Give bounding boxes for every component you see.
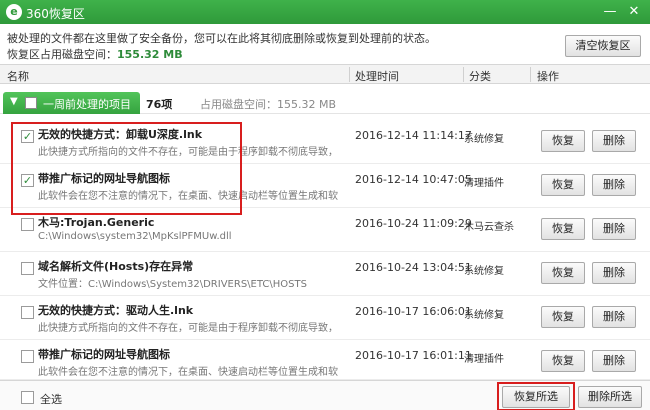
group-checkbox[interactable] [25, 97, 37, 109]
column-name[interactable]: 名称 [7, 68, 29, 84]
disk-usage-value: 155.32 MB [117, 48, 183, 61]
delete-selected-button[interactable]: 删除所选 [578, 386, 642, 408]
row-title: 带推广标记的网址导航图标 [38, 348, 170, 361]
restore-button[interactable]: 恢复 [541, 262, 585, 284]
restore-button[interactable]: 恢复 [541, 218, 585, 240]
disk-usage: 恢复区占用磁盘空间：155.32 MB [7, 46, 183, 62]
column-action: 操作 [537, 70, 559, 83]
row-checkbox[interactable] [21, 350, 34, 363]
group-header[interactable]: ▼ 一周前处理的项目 76项 占用磁盘空间：155.32 MB [0, 92, 650, 114]
row-time: 2016-10-24 13:04:51 [355, 261, 472, 274]
row-category: 清理插件 [464, 354, 504, 365]
row-checkbox[interactable] [21, 218, 34, 231]
row-title: 木马:Trojan.Generic [38, 216, 155, 229]
row-checkbox[interactable] [21, 262, 34, 275]
disk-usage-label: 恢复区占用磁盘空间： [7, 48, 117, 61]
row-category: 木马云查杀 [464, 222, 514, 233]
app-logo-icon: e [6, 4, 22, 20]
delete-button[interactable]: 删除 [592, 350, 636, 372]
row-title: 无效的快捷方式：驱动人生.lnk [38, 304, 194, 317]
delete-button[interactable]: 删除 [592, 130, 636, 152]
row-time: 2016-10-17 16:01:11 [355, 349, 472, 362]
group-usage: 占用磁盘空间：155.32 MB [200, 98, 337, 111]
group-tab[interactable]: ▼ 一周前处理的项目 [3, 92, 140, 114]
list-item[interactable]: 无效的快捷方式：驱动人生.lnk 此快捷方式所指向的文件不存在，可能是由于程序卸… [0, 296, 650, 340]
delete-button[interactable]: 删除 [592, 306, 636, 328]
column-header: 名称 处理时间 分类 操作 [0, 64, 650, 84]
restore-button[interactable]: 恢复 [541, 350, 585, 372]
restore-selected-button[interactable]: 恢复所选 [502, 386, 570, 408]
select-all-checkbox[interactable] [21, 391, 34, 404]
row-time: 2016-12-14 11:14:17 [355, 129, 472, 142]
column-time[interactable]: 处理时间 [355, 68, 399, 84]
footer-bar: 全选 恢复所选 删除所选 [0, 380, 650, 410]
select-all-label[interactable]: 全选 [40, 391, 62, 407]
row-category: 系统修复 [464, 266, 504, 277]
list-item[interactable]: 域名解析文件(Hosts)存在异常 文件位置：C:\Windows\System… [0, 252, 650, 296]
delete-button[interactable]: 删除 [592, 218, 636, 240]
minimize-button[interactable]: — [600, 3, 620, 21]
highlight-annotation [11, 122, 242, 215]
clear-recovery-button[interactable]: 清空恢复区 [565, 35, 641, 57]
row-time: 2016-10-24 11:09:29 [355, 217, 472, 230]
column-divider [463, 67, 464, 82]
row-description: C:\Windows\system32\MpKslPFMUw.dll [38, 231, 232, 242]
row-checkbox[interactable] [21, 306, 34, 319]
row-description: 此软件会在您不注意的情况下，在桌面、快速启动栏等位置生成和软… [38, 367, 338, 378]
group-label: 一周前处理的项目 [43, 98, 131, 111]
delete-button[interactable]: 删除 [592, 262, 636, 284]
row-time: 2016-10-17 16:06:01 [355, 305, 472, 318]
restore-button[interactable]: 恢复 [541, 306, 585, 328]
info-text: 被处理的文件都在这里做了安全备份，您可以在此将其彻底删除或恢复到处理前的状态。 [7, 32, 436, 45]
restore-button[interactable]: 恢复 [541, 130, 585, 152]
collapse-arrow-icon[interactable]: ▼ [10, 96, 18, 107]
row-description: 此快捷方式所指向的文件不存在，可能是由于程序卸载不彻底导致，或… [38, 323, 338, 334]
row-category: 清理插件 [464, 178, 504, 189]
row-category: 系统修复 [464, 310, 504, 321]
column-divider [349, 67, 350, 82]
row-category: 系统修复 [464, 134, 504, 145]
row-title: 域名解析文件(Hosts)存在异常 [38, 260, 194, 273]
column-divider [530, 67, 531, 82]
column-category[interactable]: 分类 [469, 68, 491, 84]
title-bar: e 360恢复区 — ✕ [0, 0, 650, 24]
group-count: 76项 [146, 98, 173, 111]
delete-button[interactable]: 删除 [592, 174, 636, 196]
window-title: 360恢复区 [26, 7, 85, 21]
row-time: 2016-12-14 10:47:05 [355, 173, 472, 186]
restore-button[interactable]: 恢复 [541, 174, 585, 196]
close-button[interactable]: ✕ [624, 3, 644, 21]
row-description: 文件位置：C:\Windows\System32\DRIVERS\ETC\HOS… [38, 279, 307, 290]
list-item[interactable]: 带推广标记的网址导航图标 此软件会在您不注意的情况下，在桌面、快速启动栏等位置生… [0, 340, 650, 380]
